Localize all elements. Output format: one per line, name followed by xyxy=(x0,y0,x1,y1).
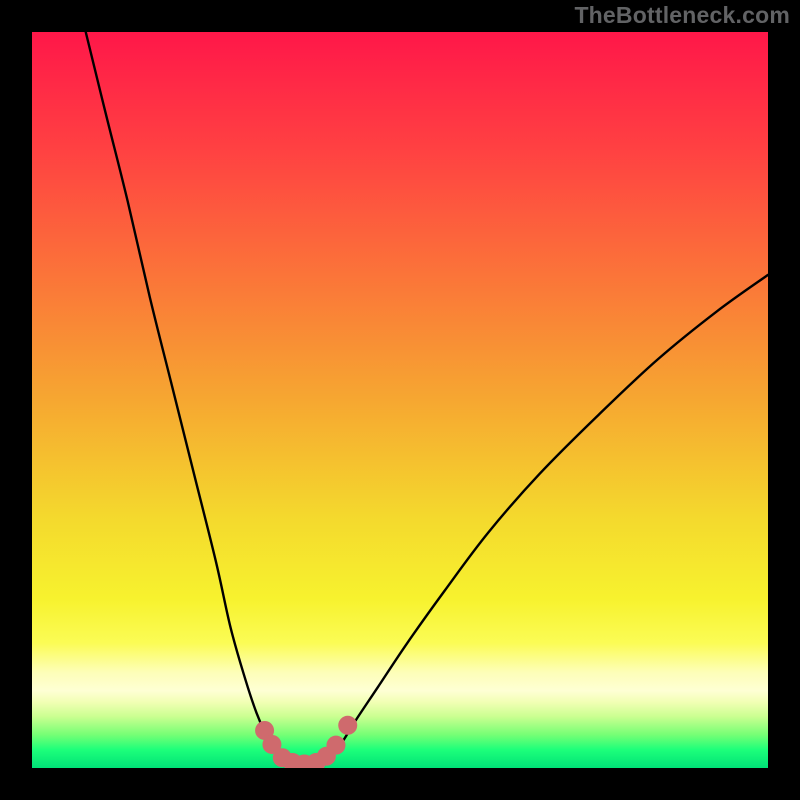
valley-marker xyxy=(326,736,345,755)
plot-area xyxy=(32,32,768,768)
right-curve-path xyxy=(323,275,768,762)
curve-layer xyxy=(32,32,768,768)
left-curve-path xyxy=(86,32,288,762)
watermark-text: TheBottleneck.com xyxy=(574,2,790,29)
chart-stage: { "watermark": "TheBottleneck.com", "col… xyxy=(0,0,800,800)
valley-marker xyxy=(338,716,357,735)
valley-markers xyxy=(255,716,357,768)
